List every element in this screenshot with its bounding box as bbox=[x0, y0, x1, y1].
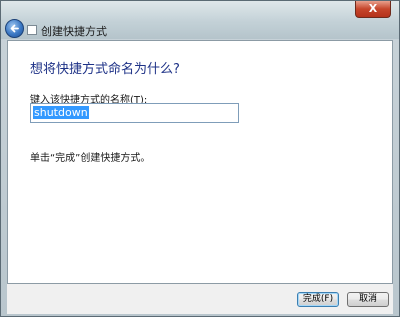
name-input-value: shutdown bbox=[33, 106, 89, 119]
page-heading: 想将快捷方式命名为什么? bbox=[30, 62, 180, 77]
title-bar: X 创建快捷方式 bbox=[1, 1, 399, 39]
create-shortcut-dialog: X 创建快捷方式 想将快捷方式命名为什么? 键入该快捷方式的名称(T): shu… bbox=[0, 0, 400, 317]
content-pane: 想将快捷方式命名为什么? 键入该快捷方式的名称(T): shutdown 单击“… bbox=[7, 40, 393, 284]
finish-button[interactable]: 完成(F) bbox=[297, 292, 339, 307]
window-title: 创建快捷方式 bbox=[41, 25, 107, 38]
shortcut-name-input[interactable]: shutdown bbox=[30, 103, 239, 123]
finish-hint: 单击“完成”创建快捷方式。 bbox=[30, 153, 151, 164]
back-button[interactable] bbox=[5, 19, 24, 38]
back-arrow-icon bbox=[10, 24, 19, 33]
close-button[interactable]: X bbox=[355, 1, 391, 18]
cancel-button[interactable]: 取消 bbox=[347, 292, 389, 307]
shortcut-icon bbox=[27, 25, 37, 35]
button-bar: 完成(F) 取消 bbox=[7, 284, 393, 314]
